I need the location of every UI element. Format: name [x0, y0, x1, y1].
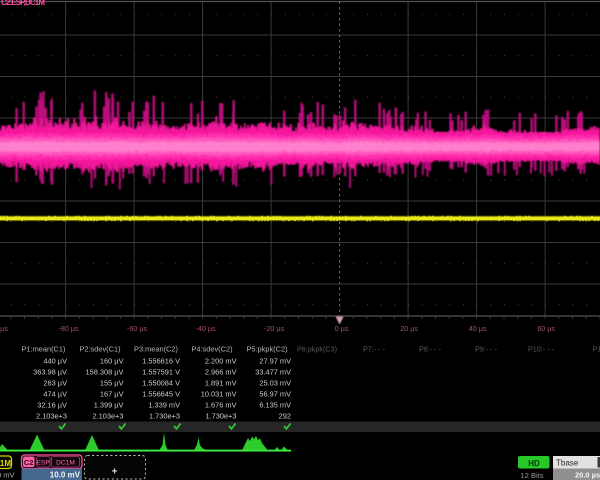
- svg-text:2.966 mV: 2.966 mV: [205, 368, 237, 377]
- svg-text:474 µV: 474 µV: [43, 390, 67, 399]
- svg-text:P6:pkpk(C3): P6:pkpk(C3): [297, 345, 337, 354]
- svg-text:167 µV: 167 µV: [100, 390, 124, 399]
- svg-text:P7:- - -: P7:- - -: [363, 345, 386, 354]
- svg-text:27.97 mV: 27.97 mV: [259, 357, 291, 366]
- svg-text:-20 µs: -20 µs: [264, 324, 285, 333]
- svg-text:1.556645 V: 1.556645 V: [142, 390, 180, 399]
- svg-text:292: 292: [279, 412, 291, 421]
- svg-text:-80 µs: -80 µs: [59, 324, 80, 333]
- svg-text:+: +: [112, 467, 118, 478]
- svg-text:25.03 mV: 25.03 mV: [259, 379, 291, 388]
- svg-text:-40 µs: -40 µs: [196, 324, 217, 333]
- svg-text:158.308 µV: 158.308 µV: [86, 368, 124, 377]
- svg-text:60 µs: 60 µs: [537, 324, 555, 333]
- svg-text:0 µs: 0 µs: [335, 324, 349, 333]
- svg-text:C2: C2: [24, 458, 34, 467]
- svg-text:P1: P1: [593, 345, 600, 354]
- svg-text:20.0 µs: 20.0 µs: [575, 471, 600, 480]
- svg-text:Tbase: Tbase: [556, 459, 579, 468]
- svg-text:1.891 mV: 1.891 mV: [205, 379, 237, 388]
- svg-text:20 µs: 20 µs: [400, 324, 418, 333]
- svg-text:10.031 mV: 10.031 mV: [201, 390, 237, 399]
- svg-text:363.98 µV: 363.98 µV: [33, 368, 67, 377]
- svg-text:32.16 µV: 32.16 µV: [37, 401, 67, 410]
- svg-text:1.557591 V: 1.557591 V: [142, 368, 180, 377]
- svg-text:C2:ESP,DC1M: C2:ESP,DC1M: [1, 0, 45, 7]
- svg-text:DC1M: DC1M: [0, 459, 11, 468]
- svg-text:P5:pkpk(C2): P5:pkpk(C2): [246, 345, 287, 354]
- svg-text:155 µV: 155 µV: [100, 379, 124, 388]
- svg-text:P3:mean(C2): P3:mean(C2): [134, 345, 178, 354]
- svg-text:ESP: ESP: [37, 460, 51, 467]
- svg-text:50.0 mV: 50.0 mV: [0, 471, 15, 480]
- svg-text:6.135 mV: 6.135 mV: [259, 401, 291, 410]
- svg-text:56.97 mV: 56.97 mV: [259, 390, 291, 399]
- svg-text:P4:sdev(C2): P4:sdev(C2): [191, 345, 232, 354]
- svg-text:1.556616 V: 1.556616 V: [142, 357, 180, 366]
- svg-text:P9:- - -: P9:- - -: [475, 345, 498, 354]
- svg-text:263 µV: 263 µV: [43, 379, 67, 388]
- svg-text:1.339 mV: 1.339 mV: [148, 401, 180, 410]
- svg-text:1.550084 V: 1.550084 V: [142, 379, 180, 388]
- svg-text:P10:- - -: P10:- - -: [528, 345, 555, 354]
- svg-text:DC1M: DC1M: [56, 460, 75, 467]
- svg-text:160 µV: 160 µV: [100, 357, 124, 366]
- svg-text:P1:mean(C1): P1:mean(C1): [22, 345, 66, 354]
- svg-text:P2:sdev(C1): P2:sdev(C1): [79, 345, 120, 354]
- svg-text:40 µs: 40 µs: [469, 324, 487, 333]
- svg-text:00 µs: 00 µs: [0, 324, 8, 333]
- svg-text:P8:- - -: P8:- - -: [419, 345, 442, 354]
- svg-text:1.399 µV: 1.399 µV: [94, 401, 124, 410]
- svg-text:1.730e+3: 1.730e+3: [205, 412, 236, 421]
- svg-text:12 Bits: 12 Bits: [521, 471, 544, 480]
- svg-text:33.477 mV: 33.477 mV: [255, 368, 291, 377]
- svg-text:2.103e+3: 2.103e+3: [36, 412, 67, 421]
- svg-text:10.0 mV: 10.0 mV: [50, 471, 81, 480]
- svg-text:1.676 mV: 1.676 mV: [205, 401, 237, 410]
- svg-text:2.200 mV: 2.200 mV: [205, 357, 237, 366]
- svg-text:1.730e+3: 1.730e+3: [149, 412, 180, 421]
- svg-text:2.103e+3: 2.103e+3: [92, 412, 123, 421]
- svg-text:440 µV: 440 µV: [43, 357, 67, 366]
- svg-text:-60 µs: -60 µs: [127, 324, 148, 333]
- svg-text:HD: HD: [528, 459, 540, 468]
